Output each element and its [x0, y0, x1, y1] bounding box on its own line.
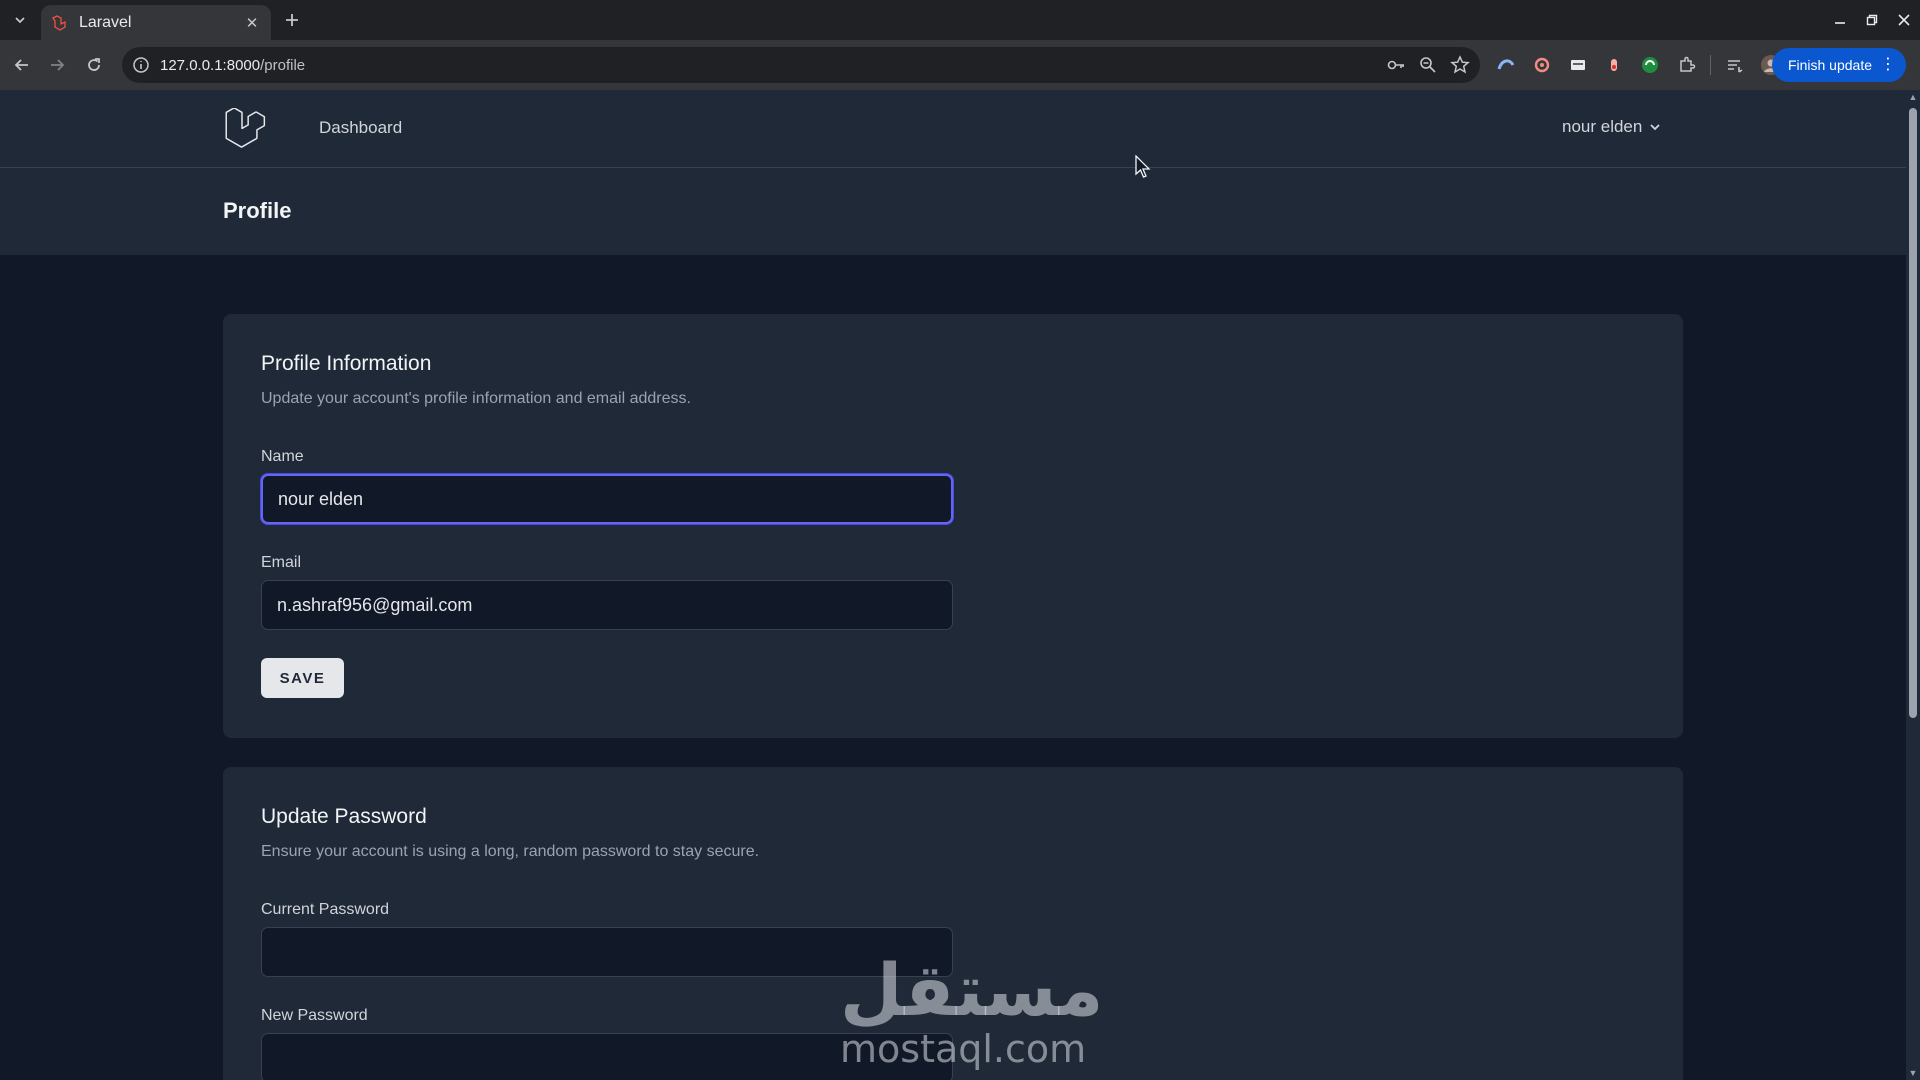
section-description: Update your account's profile informatio… — [261, 390, 691, 407]
url-text: 127.0.0.1:8000/profile — [160, 56, 306, 74]
extension-icon[interactable] — [1638, 53, 1662, 77]
email-field-group: Email n.ashraf956@gmail.com — [261, 554, 953, 630]
laravel-favicon-icon — [51, 14, 69, 32]
page-header: Profile — [0, 168, 1906, 255]
zoom-icon[interactable] — [1418, 55, 1438, 75]
finish-update-button[interactable]: Finish update ⋮ — [1771, 48, 1906, 82]
save-button[interactable]: SAVE — [261, 658, 344, 698]
tab-search-icon[interactable] — [5, 8, 35, 32]
app-navigation: Dashboard nour elden — [0, 90, 1906, 168]
plus-icon[interactable] — [281, 9, 303, 31]
star-icon[interactable] — [1450, 55, 1470, 75]
toolbar-divider — [1710, 55, 1711, 75]
page-title: Profile — [223, 198, 292, 223]
current-password-label: Current Password — [261, 901, 390, 918]
window-controls — [1824, 0, 1920, 40]
scroll-down-icon[interactable]: ▼ — [1908, 1068, 1918, 1078]
browser-tab[interactable]: Laravel ✕ — [41, 5, 271, 40]
tab-title: Laravel — [79, 13, 132, 31]
laravel-logo-icon[interactable] — [225, 108, 267, 150]
finish-update-label: Finish update — [1787, 57, 1872, 73]
email-label: Email — [261, 554, 302, 571]
browser-toolbar: 127.0.0.1:8000/profile Finish update ⋮ — [0, 40, 1920, 90]
chevron-down-icon — [1650, 124, 1660, 131]
extension-icon[interactable] — [1674, 53, 1698, 77]
user-menu-trigger[interactable]: nour elden — [1562, 117, 1662, 137]
section-description: Ensure your account is using a long, ran… — [261, 843, 760, 860]
window-close-icon[interactable] — [1888, 0, 1920, 40]
reload-icon[interactable] — [82, 53, 106, 77]
extension-icon[interactable] — [1602, 53, 1626, 77]
extension-icon[interactable] — [1566, 53, 1590, 77]
extensions-row — [1494, 53, 1783, 77]
user-name: nour elden — [1562, 117, 1643, 136]
menu-dots-icon[interactable]: ⋮ — [1880, 57, 1896, 73]
reading-list-icon[interactable] — [1723, 53, 1747, 77]
name-input[interactable]: nour elden — [261, 474, 953, 524]
address-bar[interactable]: 127.0.0.1:8000/profile — [122, 47, 1480, 83]
scroll-up-icon[interactable]: ▲ — [1908, 92, 1918, 102]
restore-icon[interactable] — [1856, 0, 1888, 40]
extension-icon[interactable] — [1494, 53, 1518, 77]
back-icon[interactable] — [10, 53, 34, 77]
watermark: مستقل mostaql.com — [840, 948, 1104, 1080]
forward-icon[interactable] — [45, 53, 69, 77]
minimize-icon[interactable] — [1824, 0, 1856, 40]
info-icon[interactable] — [132, 56, 150, 74]
section-title: Update Password — [261, 805, 427, 828]
mouse-cursor-icon — [1135, 155, 1151, 178]
email-input[interactable]: n.ashraf956@gmail.com — [261, 580, 953, 630]
browser-tab-bar: Laravel ✕ — [0, 0, 1920, 40]
name-label: Name — [261, 448, 304, 465]
extension-icon[interactable] — [1530, 53, 1554, 77]
nav-link-dashboard[interactable]: Dashboard — [319, 118, 402, 138]
scrollbar-thumb[interactable] — [1909, 108, 1917, 718]
page-scrollbar[interactable]: ▲ ▼ — [1906, 90, 1920, 1080]
section-title: Profile Information — [261, 352, 432, 375]
watermark-arabic: مستقل — [840, 948, 1104, 1032]
close-icon[interactable]: ✕ — [243, 14, 261, 32]
key-icon[interactable] — [1386, 55, 1406, 75]
watermark-latin: mostaql.com — [840, 1027, 1087, 1071]
address-bar-actions — [1386, 55, 1470, 75]
profile-information-card: Profile Information Update your account'… — [223, 314, 1683, 738]
name-field-group: Name nour elden — [261, 448, 953, 524]
